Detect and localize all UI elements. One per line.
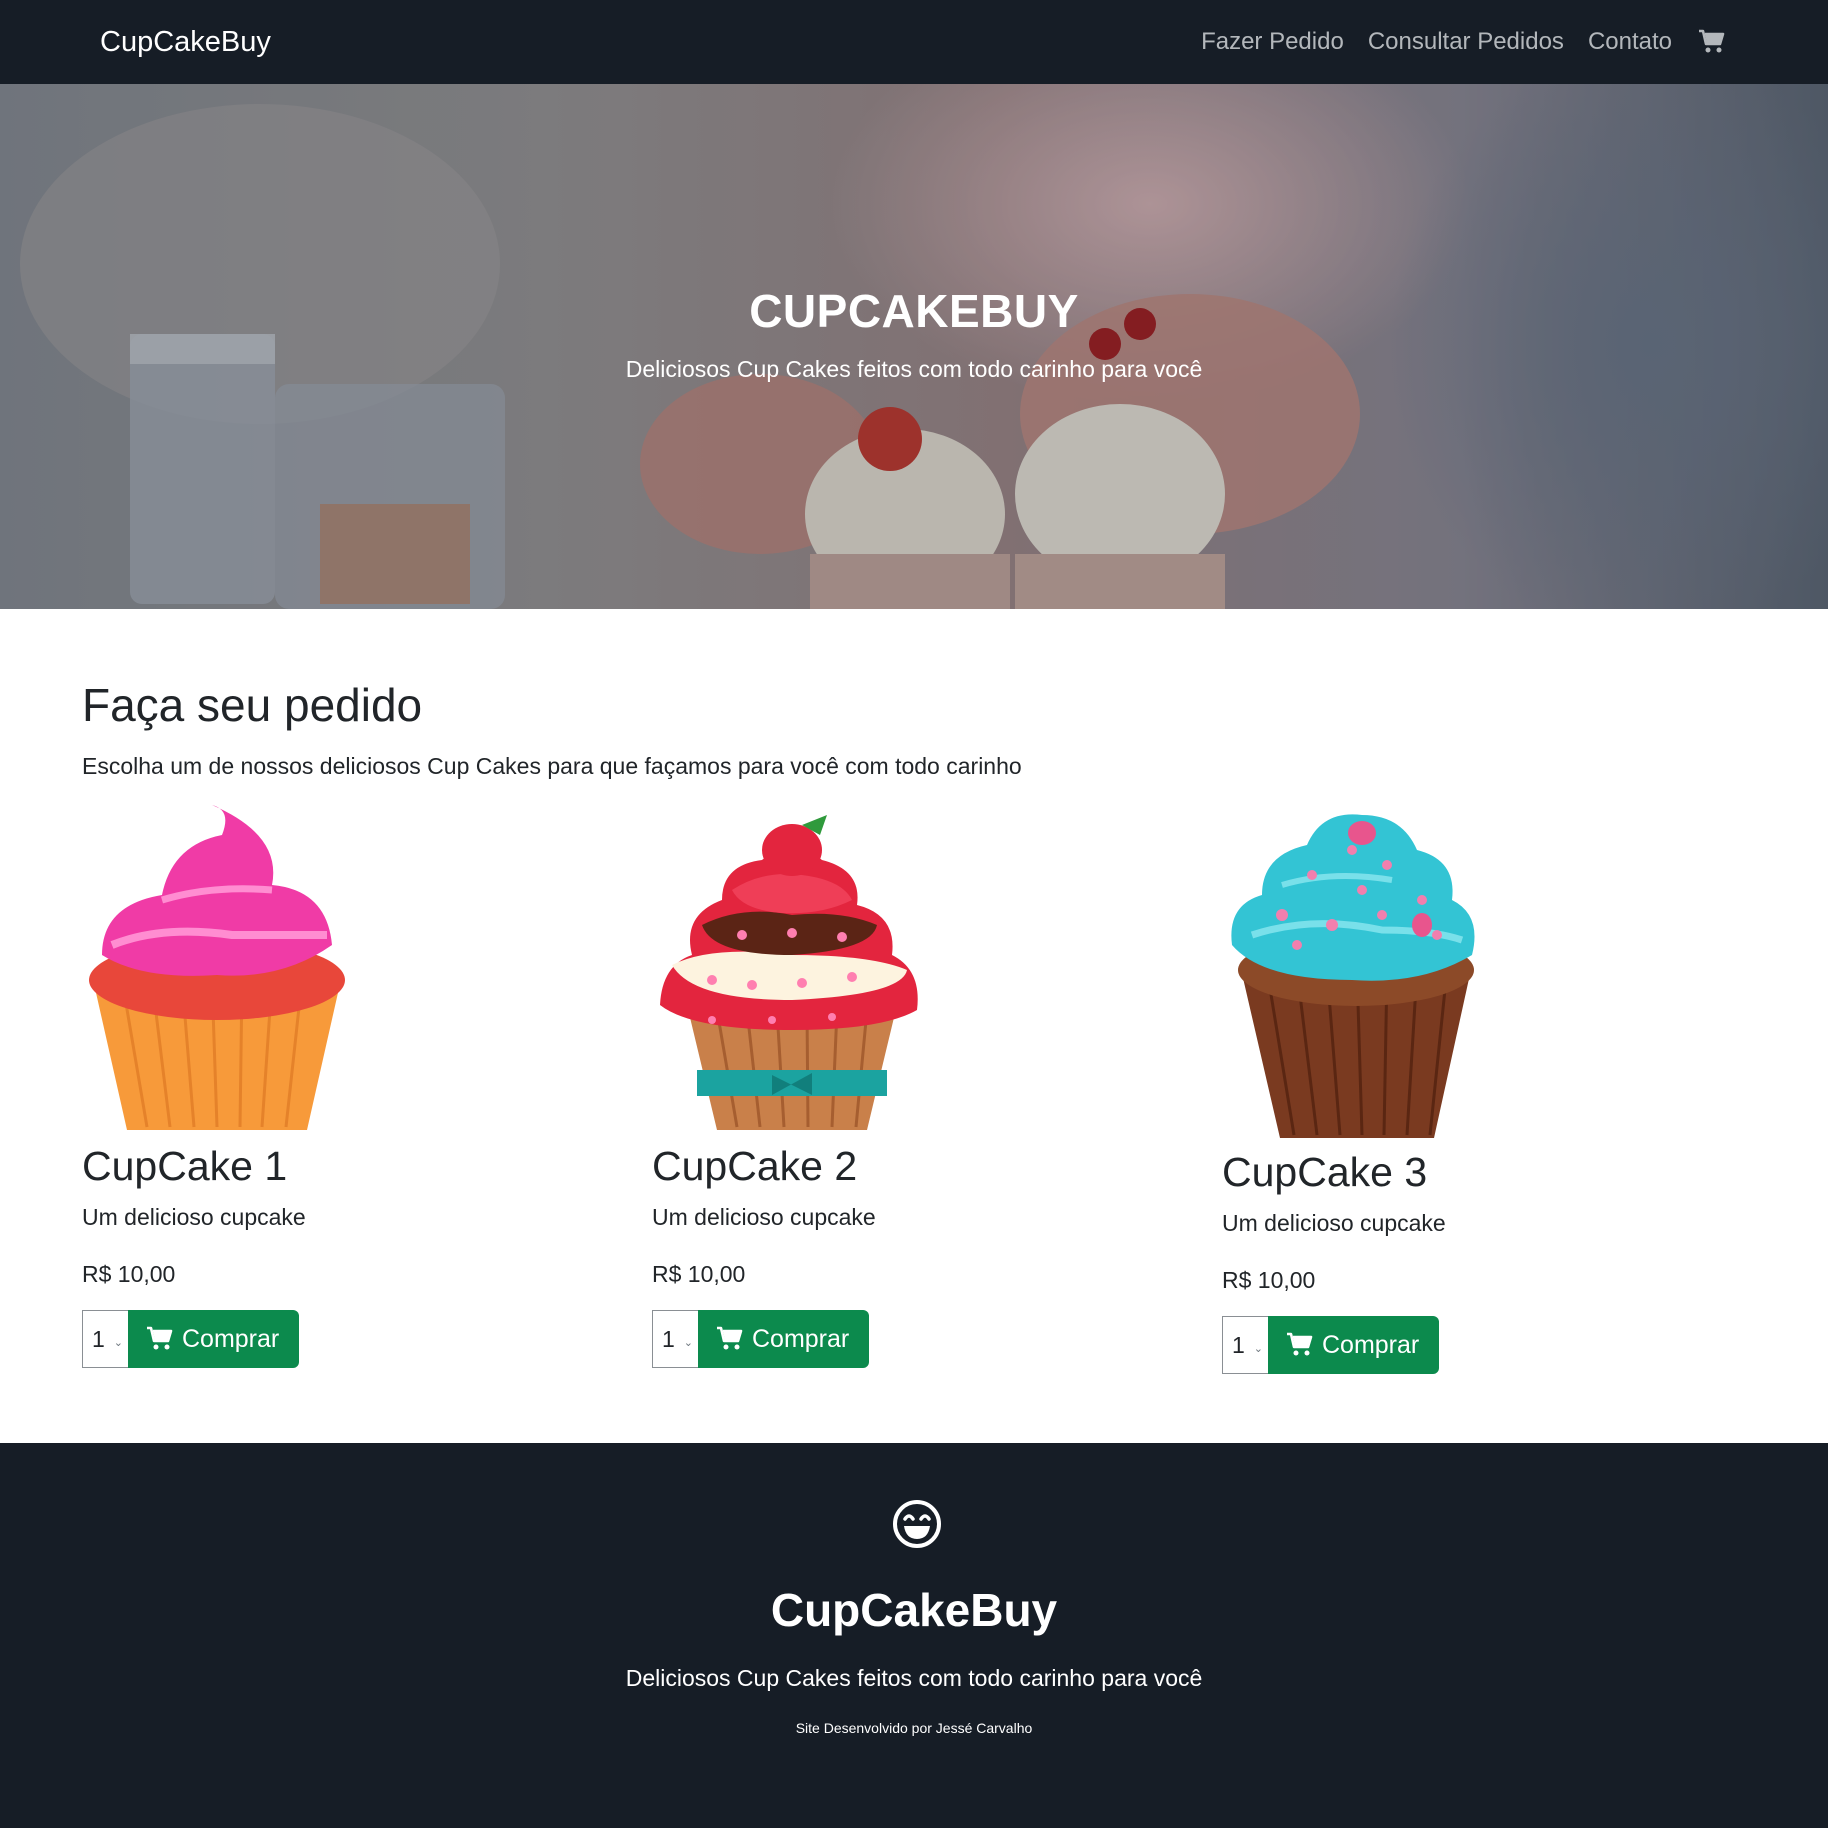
product-price: R$ 10,00 [652, 1261, 746, 1287]
navbar: CupCakeBuy Fazer Pedido Consultar Pedido… [0, 0, 1828, 84]
cupcake-3-image [1231, 814, 1475, 1138]
product-description: Um delicioso cupcake [1222, 1210, 1446, 1236]
cupcake-1-image [89, 805, 345, 1130]
quantity-select[interactable]: 1 ⌄ [82, 1310, 128, 1368]
chevron-down-icon: ⌄ [683, 1337, 693, 1349]
nav-link-consultar-pedidos[interactable]: Consultar Pedidos [1368, 28, 1564, 56]
footer-credit: Site Desenvolvido por Jessé Carvalho [795, 1720, 1033, 1736]
navbar-brand[interactable]: CupCakeBuy [100, 0, 271, 84]
buy-button[interactable]: Comprar [1268, 1316, 1440, 1374]
product-card-2: CupCake 2 Um delicioso cupcake R$ 10,00 … [652, 805, 1072, 1368]
hero-overlay [0, 84, 1828, 609]
footer-title: CupCakeBuy [770, 1584, 1058, 1636]
buy-button[interactable]: Comprar [698, 1310, 870, 1368]
quantity-select[interactable]: 1 ⌄ [652, 1310, 698, 1368]
nav-links: Fazer Pedido Consultar Pedidos Contato [1201, 0, 1726, 84]
footer: CupCakeBuy Deliciosos Cup Cakes feitos c… [0, 1443, 1828, 1828]
buy-row: 1 ⌄ Comprar [652, 1310, 1072, 1368]
buy-button-label: Comprar [182, 1324, 280, 1353]
product-price: R$ 10,00 [82, 1261, 176, 1287]
section-title: Faça seu pedido [82, 679, 423, 731]
product-description: Um delicioso cupcake [82, 1204, 306, 1230]
quantity-value: 1 [662, 1325, 675, 1352]
chevron-down-icon: ⌄ [1253, 1343, 1263, 1355]
section-subtitle: Escolha um de nossos deliciosos Cup Cake… [82, 753, 1022, 779]
buy-row: 1 ⌄ Comprar [1222, 1316, 1642, 1374]
product-card-3: CupCake 3 Um delicioso cupcake R$ 10,00 … [1222, 805, 1642, 1374]
buy-button-label: Comprar [752, 1324, 850, 1353]
product-description: Um delicioso cupcake [652, 1204, 876, 1230]
cart-icon [717, 1326, 743, 1350]
product-price: R$ 10,00 [1222, 1267, 1316, 1293]
cupcake-2-image [660, 815, 918, 1130]
hero-banner: CUPCAKEBUY Deliciosos Cup Cakes feitos c… [0, 84, 1828, 609]
buy-button-label: Comprar [1322, 1330, 1420, 1359]
buy-row: 1 ⌄ Comprar [82, 1310, 502, 1368]
cart-icon [147, 1326, 173, 1350]
quantity-value: 1 [92, 1325, 105, 1352]
nav-link-contato[interactable]: Contato [1588, 28, 1672, 56]
laughing-face-icon [893, 1500, 941, 1548]
product-name: CupCake 2 [652, 1143, 858, 1189]
hero-title: CUPCAKEBUY [749, 285, 1079, 337]
cart-icon [1287, 1332, 1313, 1356]
cart-icon[interactable] [1698, 28, 1726, 56]
quantity-value: 1 [1232, 1331, 1245, 1358]
product-card-1: CupCake 1 Um delicioso cupcake R$ 10,00 … [82, 805, 502, 1368]
product-name: CupCake 3 [1222, 1149, 1428, 1195]
footer-subtitle: Deliciosos Cup Cakes feitos com todo car… [625, 1665, 1203, 1691]
quantity-select[interactable]: 1 ⌄ [1222, 1316, 1268, 1374]
chevron-down-icon: ⌄ [113, 1337, 123, 1349]
product-name: CupCake 1 [82, 1143, 288, 1189]
buy-button[interactable]: Comprar [128, 1310, 300, 1368]
hero-subtitle: Deliciosos Cup Cakes feitos com todo car… [625, 356, 1203, 382]
nav-link-fazer-pedido[interactable]: Fazer Pedido [1201, 28, 1344, 56]
